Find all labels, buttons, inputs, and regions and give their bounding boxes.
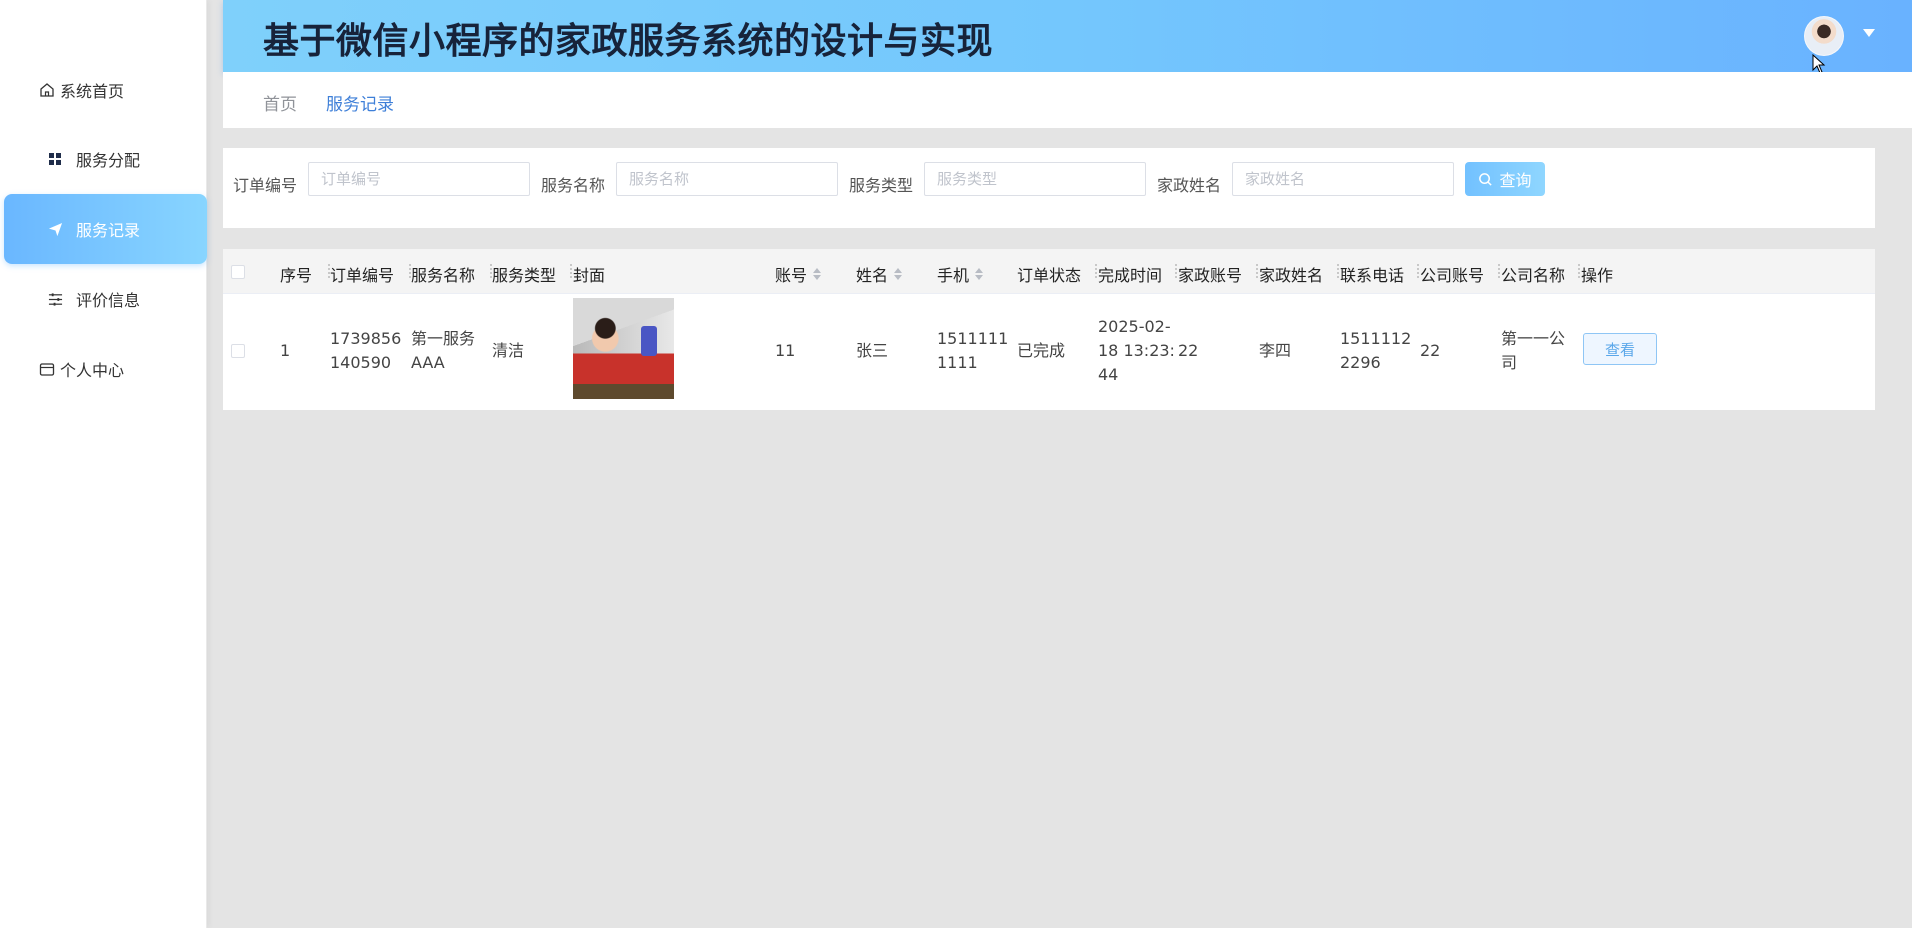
breadcrumb: 首页 服务记录 [223,72,1912,128]
sort-icon[interactable] [894,268,903,280]
records-table: 序号 订单编号 服务名称 服务类型 封面 账号 姓名 手机 订单状态 完成时间 … [223,249,1875,410]
order-no-input[interactable] [308,162,530,196]
service-type-label: 服务类型 [849,176,914,195]
sidebar-item-profile[interactable]: 个人中心 [4,334,207,404]
search-button-label: 查询 [1499,171,1532,190]
cell-company-account: 22 [1420,341,1441,360]
col-account-label: 账号 [775,266,808,285]
row-checkbox[interactable] [231,344,245,358]
col-name-label: 姓名 [856,266,889,285]
sidebar: 系统首页 服务分配 服务记录 评价信息 个人中心 [0,0,207,928]
column-divider[interactable] [1175,264,1177,278]
sidebar-item-home[interactable]: 系统首页 [4,55,207,125]
sidebar-item-label: 服务分配 [76,151,141,170]
col-housekeeper-account: 家政账号 [1178,266,1243,285]
col-order-no: 订单编号 [330,266,395,285]
service-name-input[interactable] [616,162,838,196]
cell-status: 已完成 [1017,341,1066,360]
cell-housekeeper-account: 22 [1178,341,1199,360]
wallet-icon [38,360,56,378]
housekeeper-name-label: 家政姓名 [1157,176,1222,195]
col-name[interactable]: 姓名 [856,262,903,286]
cell-contact-line: 2296 [1340,353,1381,372]
cell-finish-time-line: 44 [1098,365,1119,384]
col-finish-time: 完成时间 [1098,266,1163,285]
sidebar-item-reviews[interactable]: 评价信息 [4,264,207,334]
app-title: 基于微信小程序的家政服务系统的设计与实现 [263,21,994,62]
search-icon [1479,172,1493,186]
col-housekeeper-name: 家政姓名 [1259,266,1324,285]
col-index: 序号 [280,266,313,285]
chevron-down-icon[interactable] [1863,29,1875,37]
search-button[interactable]: 查询 [1465,162,1545,196]
column-divider[interactable] [1095,264,1097,278]
col-cover: 封面 [573,266,606,285]
cell-finish-time: 2025-02- 18 13:23: 44 [1098,315,1175,387]
cell-company-name: 第一一公 司 [1501,327,1565,375]
send-icon [46,220,64,238]
breadcrumb-current: 服务记录 [326,95,394,115]
col-service-type: 服务类型 [492,266,557,285]
view-button[interactable]: 查看 [1583,333,1657,365]
column-divider[interactable] [1256,264,1258,278]
col-service-name: 服务名称 [411,266,476,285]
top-header: 基于微信小程序的家政服务系统的设计与实现 [223,0,1912,72]
column-divider[interactable] [1498,264,1500,278]
select-all-checkbox[interactable] [231,265,245,279]
sliders-icon [46,290,64,308]
sidebar-item-service-assign[interactable]: 服务分配 [4,124,207,194]
cell-phone: 1511111 1111 [937,327,1008,375]
cell-order-no-line: 140590 [330,353,392,372]
sidebar-item-label: 评价信息 [76,291,141,310]
breadcrumb-home[interactable]: 首页 [263,90,297,115]
mouse-cursor-icon [1812,54,1826,74]
col-phone[interactable]: 手机 [937,262,984,286]
column-divider[interactable] [1417,264,1419,278]
cell-order-no-line: 1739856 [330,329,402,348]
cell-company-name-line: 第一一公 [1501,329,1566,348]
cover-image[interactable] [573,298,674,399]
cell-contact-line: 1511112 [1340,329,1412,348]
housekeeper-name-input[interactable] [1232,162,1454,196]
service-name-label: 服务名称 [541,176,606,195]
avatar[interactable] [1804,16,1844,56]
sidebar-item-label: 系统首页 [60,82,125,101]
table-header: 序号 订单编号 服务名称 服务类型 封面 账号 姓名 手机 订单状态 完成时间 … [223,249,1875,294]
cell-service-name: 第一服务 AAA [411,327,475,375]
cell-finish-time-line: 2025-02- [1098,317,1171,336]
col-contact: 联系电话 [1340,266,1405,285]
col-company-account: 公司账号 [1420,266,1485,285]
cell-service-name-line: 第一服务 [411,329,476,348]
column-divider[interactable] [1337,264,1339,278]
cell-phone-line: 1511111 [937,329,1009,348]
cell-order-no: 1739856 140590 [330,327,401,375]
sidebar-item-service-records[interactable]: 服务记录 [4,194,207,264]
col-company-name: 公司名称 [1501,266,1566,285]
column-divider[interactable] [570,264,572,278]
cell-contact: 1511112 2296 [1340,327,1411,375]
search-form: 订单编号 服务名称 服务类型 家政姓名 查询 [223,148,1875,228]
col-actions: 操作 [1581,266,1614,285]
sidebar-item-label: 个人中心 [60,361,125,380]
cell-finish-time-line: 18 13:23: [1098,341,1175,360]
service-type-input[interactable] [924,162,1146,196]
sort-icon[interactable] [813,268,822,280]
cell-company-name-line: 司 [1501,353,1518,372]
cell-service-type: 清洁 [492,341,525,360]
sidebar-item-label: 服务记录 [76,221,141,240]
home-icon [38,81,56,99]
column-divider[interactable] [1578,264,1580,278]
cell-account: 11 [775,341,796,360]
cell-index: 1 [280,341,291,360]
cell-housekeeper-name: 李四 [1259,341,1292,360]
sort-icon[interactable] [975,268,984,280]
grid-icon [46,150,64,168]
col-phone-label: 手机 [937,266,970,285]
cell-name: 张三 [856,341,889,360]
order-no-label: 订单编号 [233,176,298,195]
col-status: 订单状态 [1017,266,1082,285]
cell-phone-line: 1111 [937,353,978,372]
cell-service-name-line: AAA [411,353,445,372]
col-account[interactable]: 账号 [775,262,822,286]
